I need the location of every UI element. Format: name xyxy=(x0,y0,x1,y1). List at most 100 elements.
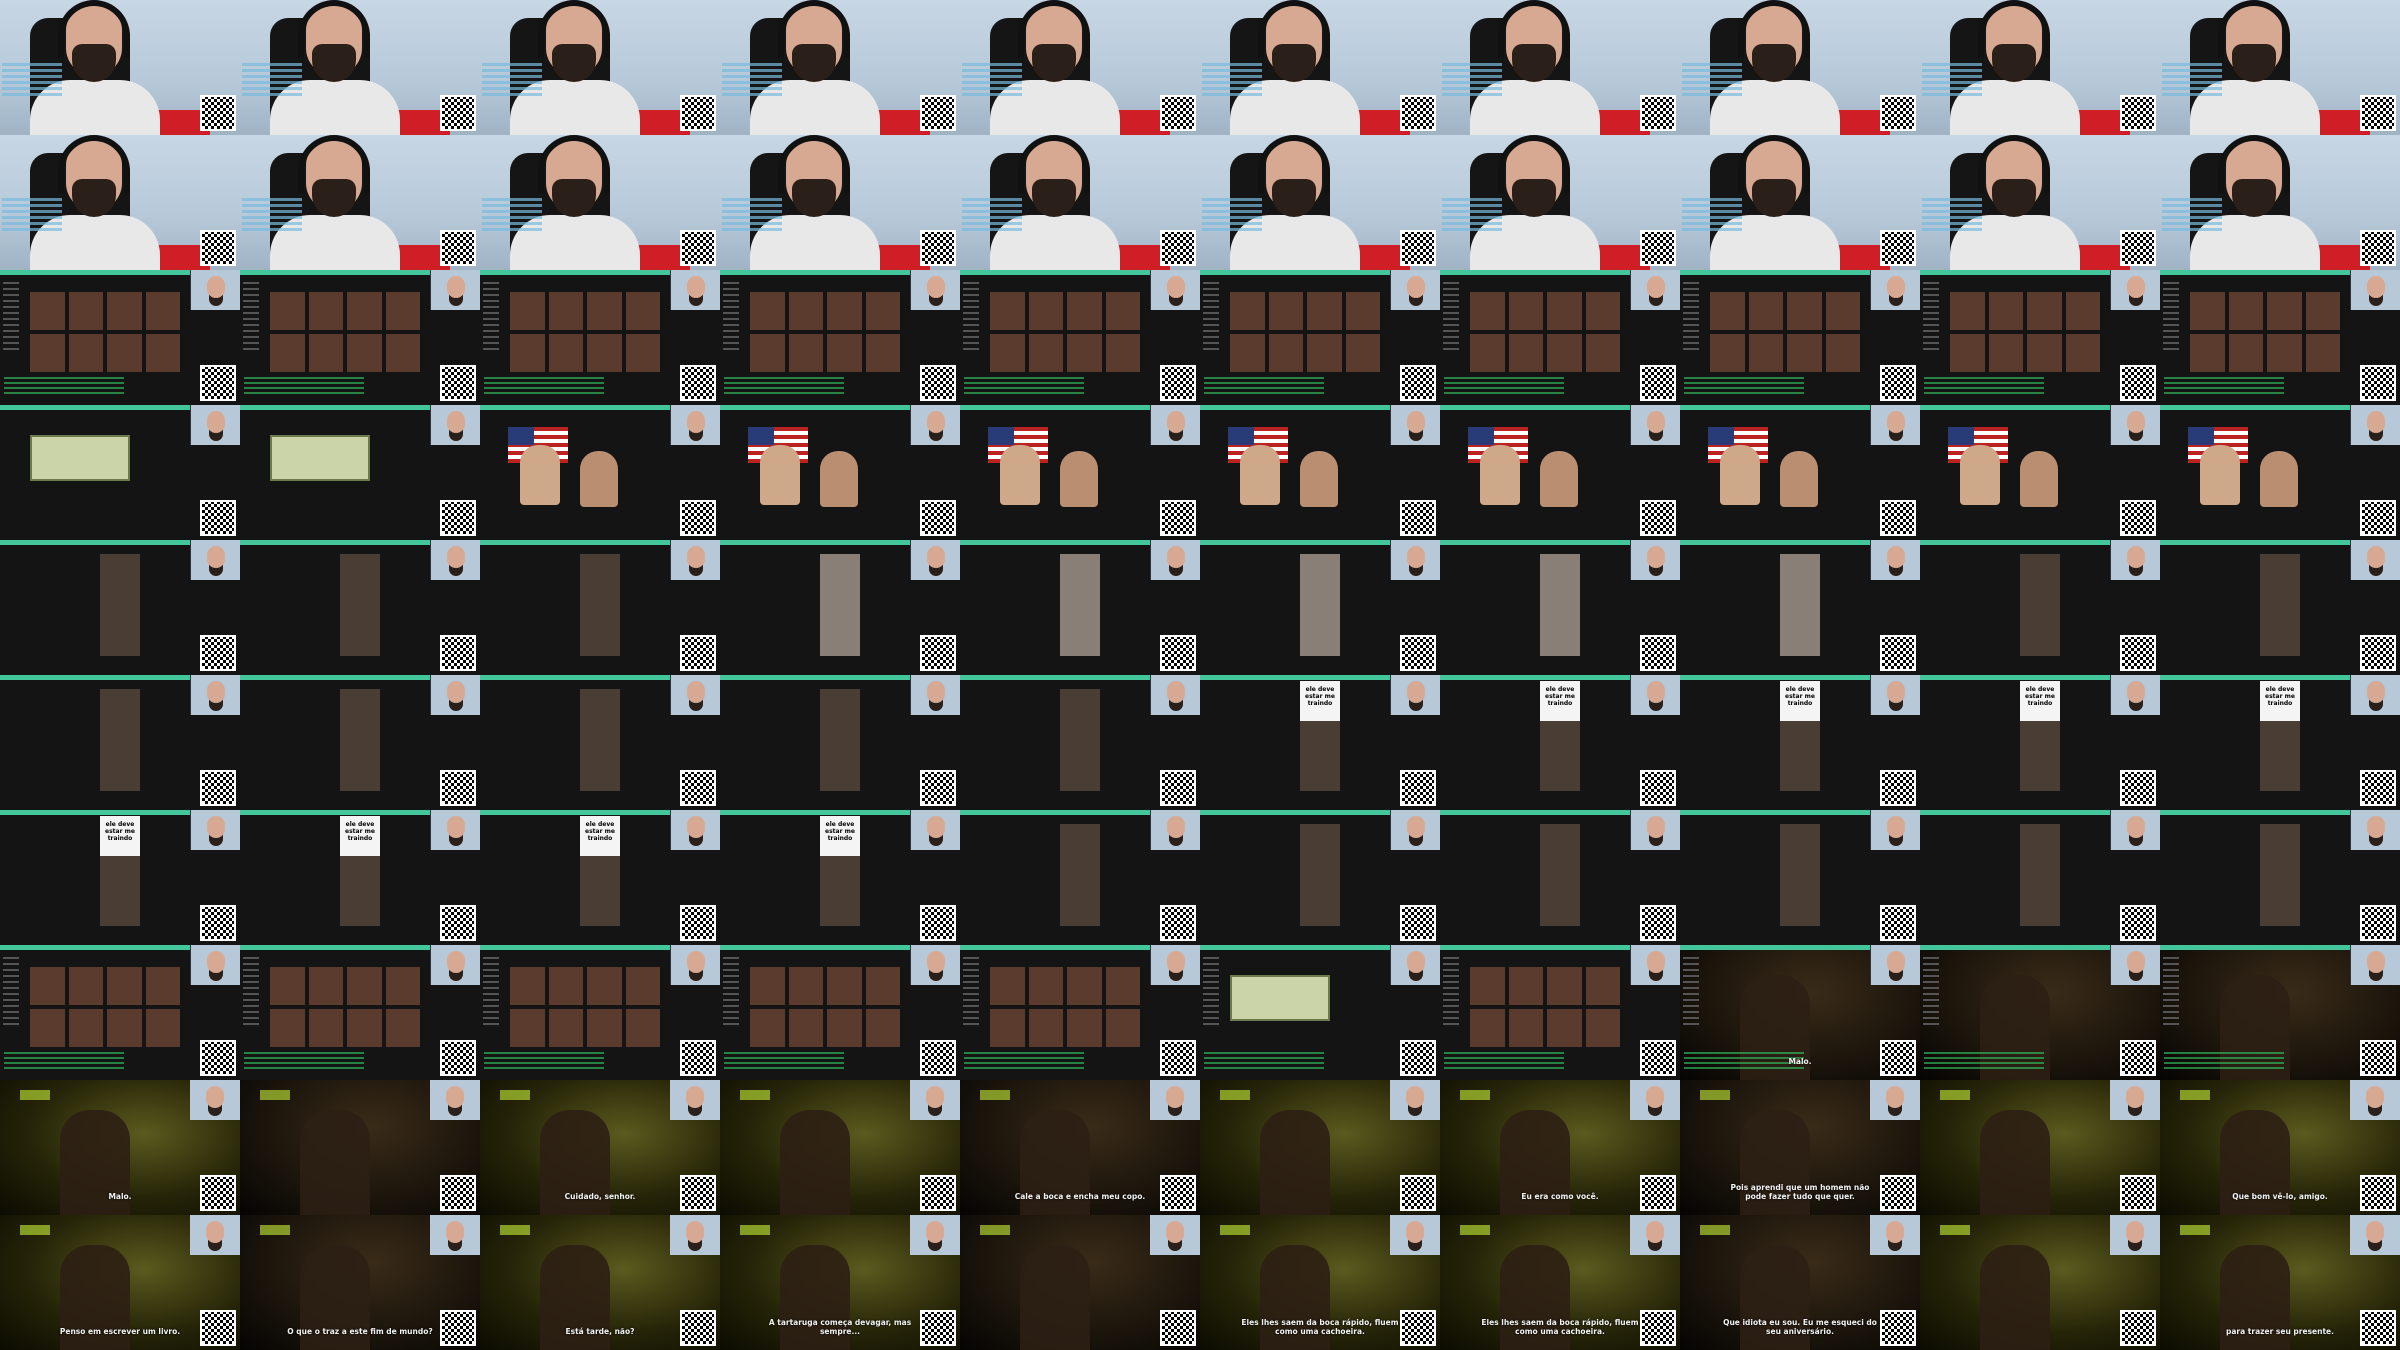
video-thumbnail[interactable] xyxy=(480,270,720,405)
video-thumbnail[interactable] xyxy=(240,945,480,1080)
video-thumbnail[interactable] xyxy=(960,810,1200,945)
video-thumbnail[interactable]: Pois aprendi que um homem não pode fazer… xyxy=(1680,1080,1920,1215)
video-thumbnail[interactable]: Malo. xyxy=(1680,945,1920,1080)
video-thumbnail[interactable]: Penso em escrever um livro. xyxy=(0,1215,240,1350)
video-thumbnail[interactable] xyxy=(720,945,960,1080)
video-thumbnail[interactable] xyxy=(480,0,720,135)
video-thumbnail[interactable] xyxy=(1440,0,1680,135)
video-thumbnail[interactable]: ele deve estar me traindo xyxy=(1440,675,1680,810)
video-thumbnail[interactable] xyxy=(1680,270,1920,405)
video-thumbnail[interactable] xyxy=(1200,405,1440,540)
video-thumbnail[interactable]: ele deve estar me traindo xyxy=(1680,675,1920,810)
video-thumbnail[interactable] xyxy=(720,405,960,540)
video-thumbnail[interactable] xyxy=(1920,540,2160,675)
video-thumbnail[interactable]: A tartaruga começa devagar, mas sempre..… xyxy=(720,1215,960,1350)
video-thumbnail[interactable] xyxy=(240,270,480,405)
video-thumbnail[interactable] xyxy=(720,675,960,810)
video-thumbnail[interactable]: Que idiota eu sou. Eu me esqueci do seu … xyxy=(1680,1215,1920,1350)
video-thumbnail[interactable]: Cale a boca e encha meu copo. xyxy=(960,1080,1200,1215)
video-thumbnail[interactable]: ele deve estar me traindo xyxy=(2160,675,2400,810)
video-thumbnail[interactable] xyxy=(1440,945,1680,1080)
video-thumbnail[interactable] xyxy=(1920,945,2160,1080)
video-thumbnail[interactable] xyxy=(720,540,960,675)
video-thumbnail[interactable] xyxy=(1440,135,1680,270)
video-thumbnail[interactable] xyxy=(0,540,240,675)
video-thumbnail[interactable] xyxy=(1920,405,2160,540)
video-thumbnail[interactable] xyxy=(720,0,960,135)
video-thumbnail[interactable] xyxy=(1680,540,1920,675)
video-thumbnail[interactable] xyxy=(720,270,960,405)
video-thumbnail[interactable] xyxy=(0,405,240,540)
video-thumbnail[interactable] xyxy=(1440,810,1680,945)
video-thumbnail[interactable] xyxy=(240,405,480,540)
video-thumbnail[interactable] xyxy=(1920,1215,2160,1350)
video-thumbnail[interactable]: para trazer seu presente. xyxy=(2160,1215,2400,1350)
video-thumbnail[interactable] xyxy=(480,405,720,540)
video-thumbnail[interactable] xyxy=(1200,540,1440,675)
video-thumbnail[interactable] xyxy=(2160,945,2400,1080)
video-thumbnail[interactable] xyxy=(0,270,240,405)
video-thumbnail[interactable]: ele deve estar me traindo xyxy=(0,810,240,945)
video-thumbnail[interactable]: ele deve estar me traindo xyxy=(240,810,480,945)
video-thumbnail[interactable]: Cuidado, senhor. xyxy=(480,1080,720,1215)
video-thumbnail[interactable] xyxy=(2160,405,2400,540)
video-thumbnail[interactable] xyxy=(960,405,1200,540)
video-thumbnail[interactable] xyxy=(240,540,480,675)
video-thumbnail[interactable]: O que o traz a este fim de mundo? xyxy=(240,1215,480,1350)
video-thumbnail[interactable] xyxy=(1200,945,1440,1080)
video-thumbnail[interactable] xyxy=(960,135,1200,270)
video-thumbnail[interactable] xyxy=(480,675,720,810)
video-thumbnail[interactable] xyxy=(1680,405,1920,540)
video-thumbnail[interactable] xyxy=(1440,405,1680,540)
video-thumbnail[interactable] xyxy=(1200,0,1440,135)
video-thumbnail[interactable] xyxy=(1680,0,1920,135)
video-thumbnail[interactable] xyxy=(960,540,1200,675)
video-thumbnail[interactable] xyxy=(960,945,1200,1080)
video-thumbnail[interactable] xyxy=(960,270,1200,405)
video-thumbnail[interactable]: ele deve estar me traindo xyxy=(1200,675,1440,810)
video-thumbnail[interactable] xyxy=(1920,270,2160,405)
video-thumbnail[interactable] xyxy=(0,945,240,1080)
video-thumbnail[interactable] xyxy=(1680,135,1920,270)
video-thumbnail[interactable] xyxy=(2160,135,2400,270)
video-thumbnail[interactable] xyxy=(1920,1080,2160,1215)
video-thumbnail[interactable] xyxy=(1440,540,1680,675)
video-thumbnail[interactable] xyxy=(480,945,720,1080)
video-thumbnail[interactable] xyxy=(1200,810,1440,945)
video-thumbnail[interactable] xyxy=(1200,1080,1440,1215)
video-thumbnail[interactable]: Eles lhes saem da boca rápido, fluem com… xyxy=(1440,1215,1680,1350)
video-thumbnail[interactable] xyxy=(1920,810,2160,945)
video-thumbnail[interactable] xyxy=(0,0,240,135)
video-thumbnail[interactable]: Malo. xyxy=(0,1080,240,1215)
video-thumbnail[interactable] xyxy=(240,135,480,270)
video-thumbnail[interactable] xyxy=(240,0,480,135)
video-thumbnail[interactable] xyxy=(1680,810,1920,945)
video-thumbnail[interactable] xyxy=(1200,135,1440,270)
video-thumbnail[interactable] xyxy=(480,540,720,675)
video-thumbnail[interactable]: Que bom vê-lo, amigo. xyxy=(2160,1080,2400,1215)
video-thumbnail[interactable] xyxy=(240,1080,480,1215)
video-thumbnail[interactable]: ele deve estar me traindo xyxy=(480,810,720,945)
video-thumbnail[interactable] xyxy=(0,675,240,810)
video-thumbnail[interactable] xyxy=(2160,270,2400,405)
video-thumbnail[interactable]: Está tarde, não? xyxy=(480,1215,720,1350)
video-thumbnail[interactable] xyxy=(2160,0,2400,135)
video-thumbnail[interactable] xyxy=(960,0,1200,135)
video-thumbnail[interactable] xyxy=(1440,270,1680,405)
video-thumbnail[interactable] xyxy=(1920,0,2160,135)
video-thumbnail[interactable] xyxy=(960,675,1200,810)
video-thumbnail[interactable] xyxy=(240,675,480,810)
video-thumbnail[interactable] xyxy=(960,1215,1200,1350)
video-thumbnail[interactable] xyxy=(720,135,960,270)
video-thumbnail[interactable] xyxy=(2160,810,2400,945)
video-thumbnail[interactable] xyxy=(1200,270,1440,405)
video-thumbnail[interactable] xyxy=(0,135,240,270)
video-thumbnail[interactable]: ele deve estar me traindo xyxy=(720,810,960,945)
video-thumbnail[interactable]: ele deve estar me traindo xyxy=(1920,675,2160,810)
video-thumbnail[interactable] xyxy=(2160,540,2400,675)
video-thumbnail[interactable] xyxy=(480,135,720,270)
video-thumbnail[interactable] xyxy=(1920,135,2160,270)
video-thumbnail[interactable]: Eu era como você. xyxy=(1440,1080,1680,1215)
video-thumbnail[interactable] xyxy=(720,1080,960,1215)
video-thumbnail[interactable]: Eles lhes saem da boca rápido, fluem com… xyxy=(1200,1215,1440,1350)
